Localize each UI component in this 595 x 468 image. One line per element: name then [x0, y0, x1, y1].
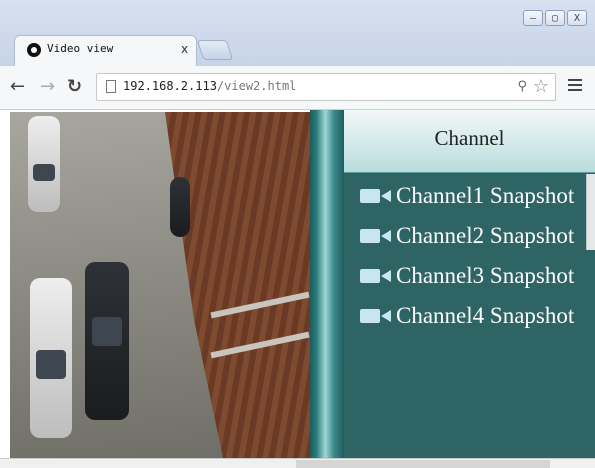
frame-divider[interactable] [310, 110, 344, 458]
tab-favicon-icon [27, 43, 41, 57]
camera-icon [360, 186, 394, 206]
panel-title: Channel [434, 126, 505, 150]
page-icon [106, 80, 116, 93]
bookmark-star-icon[interactable]: ☆ [533, 76, 549, 97]
url-text[interactable]: 192.168.2.113/view2.html [123, 79, 296, 93]
channel-list: Channel1 Snapshot Channel2 Snapshot Chan… [344, 176, 589, 336]
horizontal-scrollbar[interactable] [296, 460, 550, 468]
video-car [85, 262, 129, 420]
reload-icon[interactable]: ↻ [67, 77, 82, 97]
channel-label: Channel4 Snapshot [396, 303, 575, 328]
back-arrow-icon[interactable]: ← [10, 77, 25, 97]
forward-arrow-icon[interactable]: → [40, 77, 55, 97]
browser-toolbar: ← → ↻ 192.168.2.113/view2.html ⚲ ☆ [0, 66, 595, 110]
camera-icon [360, 306, 394, 326]
panel-header: Channel [344, 110, 595, 173]
maximize-button[interactable]: ▢ [545, 10, 565, 26]
channel3-snapshot-link[interactable]: Channel3 Snapshot [344, 256, 589, 296]
video-car [30, 278, 72, 438]
camera-icon [360, 266, 394, 286]
channel1-snapshot-link[interactable]: Channel1 Snapshot [344, 176, 589, 216]
channel2-snapshot-link[interactable]: Channel2 Snapshot [344, 216, 589, 256]
browser-titlebar: – ▢ X Video view x [0, 0, 595, 66]
minimize-button[interactable]: – [523, 10, 543, 26]
browser-tab[interactable]: Video view x [14, 35, 197, 66]
address-bar[interactable]: 192.168.2.113/view2.html ⚲ ☆ [96, 73, 556, 101]
window-controls: – ▢ X [523, 10, 587, 26]
video-car [28, 116, 60, 212]
tab-title: Video view [47, 42, 114, 55]
url-path: /view2.html [216, 79, 297, 93]
video-view[interactable] [10, 112, 310, 458]
url-host: 192.168.2.113 [123, 79, 217, 93]
page-content: Channel Channel1 Snapshot Channel2 Snaps… [0, 110, 595, 458]
channel4-snapshot-link[interactable]: Channel4 Snapshot [344, 296, 589, 336]
zoom-icon[interactable]: ⚲ [517, 79, 527, 94]
new-tab-button[interactable] [196, 40, 234, 60]
channel-label: Channel2 Snapshot [396, 223, 575, 248]
close-window-button[interactable]: X [567, 10, 587, 26]
video-car [170, 177, 190, 237]
menu-icon[interactable] [568, 76, 584, 96]
channel-label: Channel3 Snapshot [396, 263, 575, 288]
camera-icon [360, 226, 394, 246]
channel-label: Channel1 Snapshot [396, 183, 575, 208]
channel-panel: Channel Channel1 Snapshot Channel2 Snaps… [344, 110, 595, 458]
bottom-scrollbar-track [0, 458, 595, 468]
tab-close-button[interactable]: x [181, 42, 188, 56]
